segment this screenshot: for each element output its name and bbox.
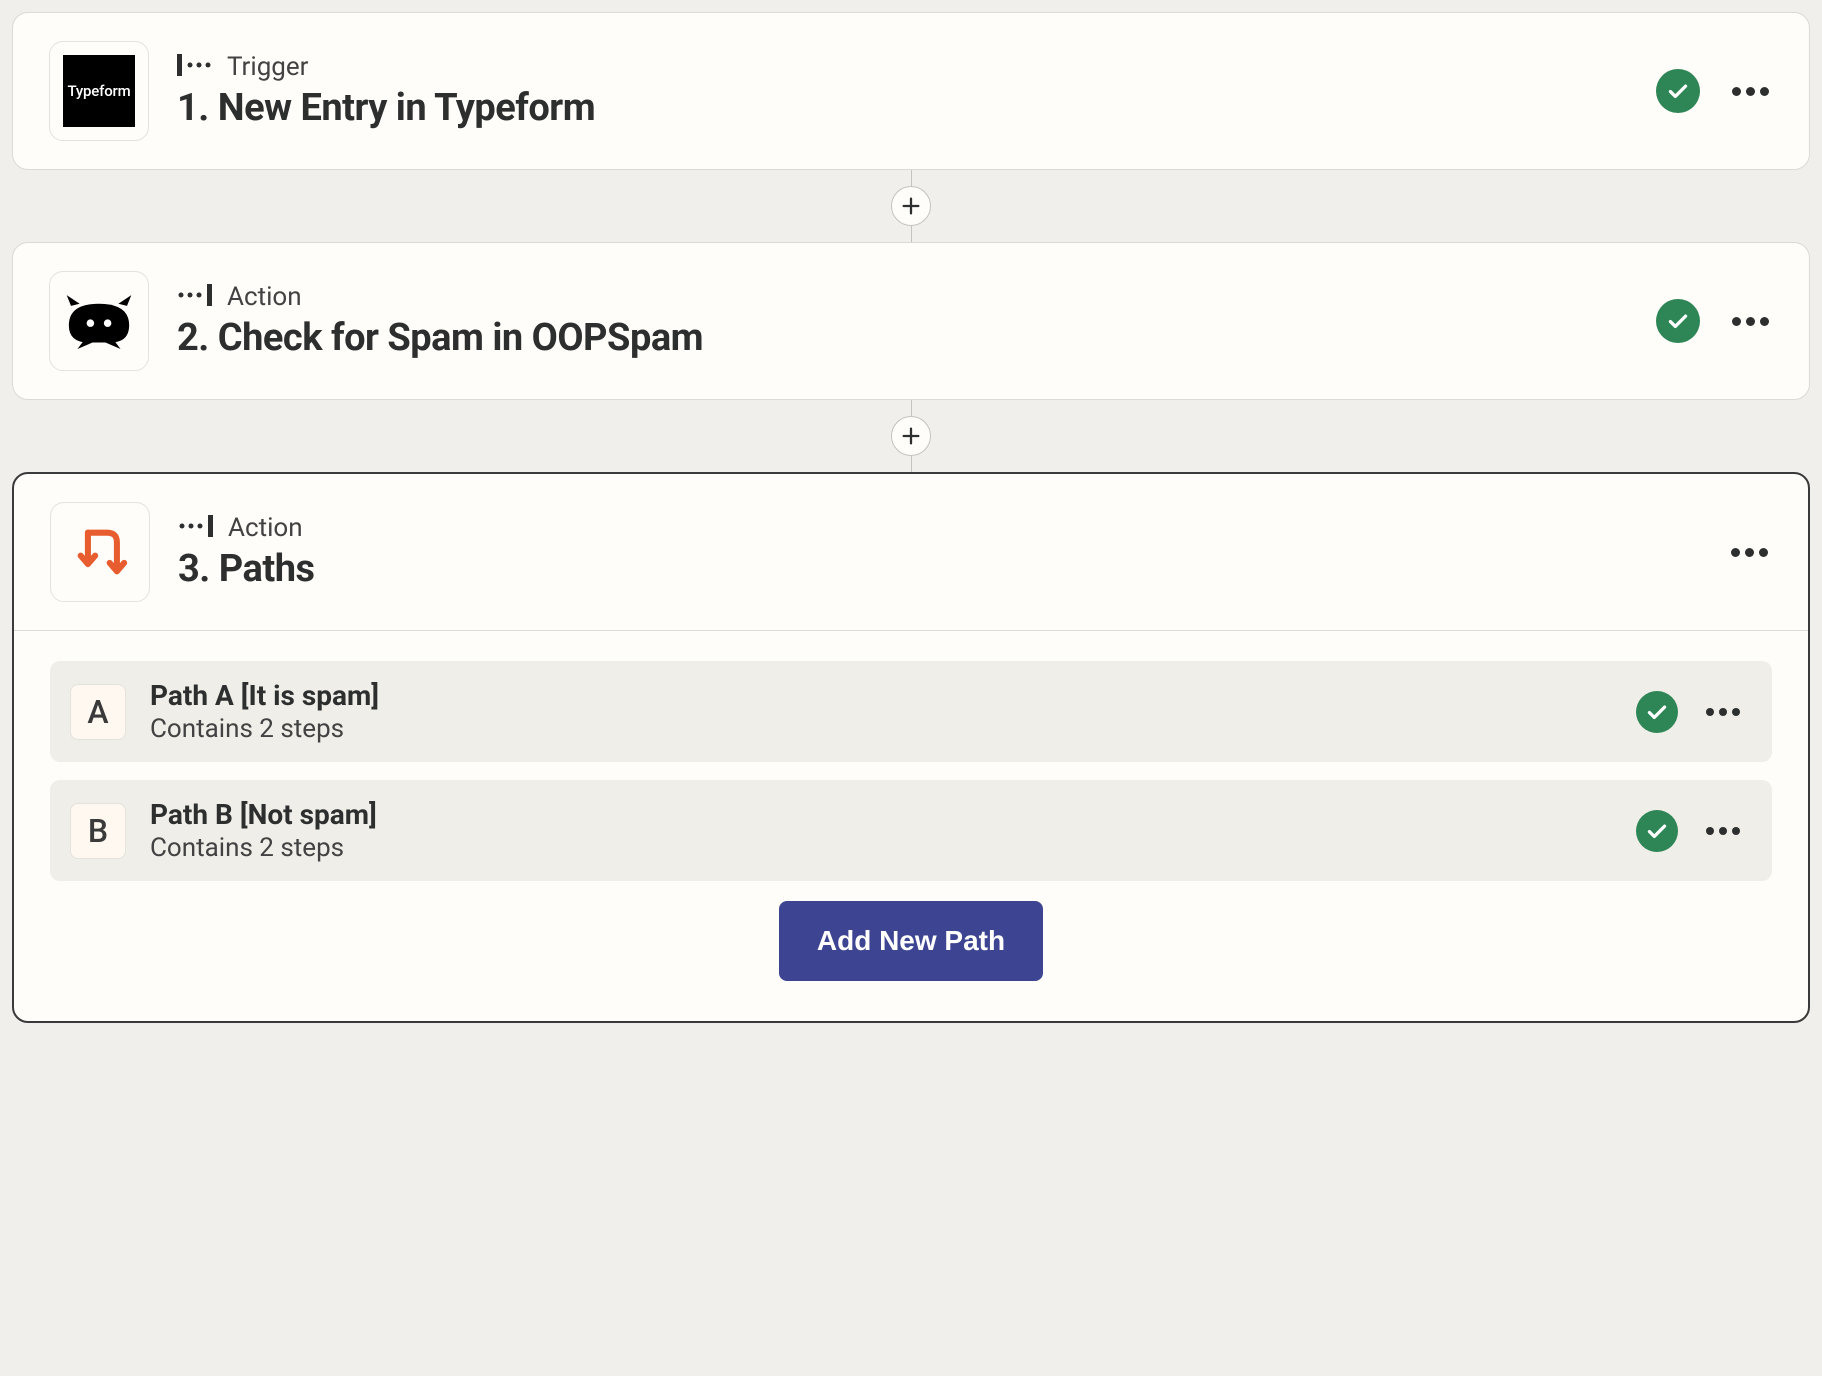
step-title: 3. Paths bbox=[178, 547, 1699, 591]
add-new-path-button[interactable]: Add New Path bbox=[779, 901, 1043, 981]
step-card-paths: Action 3. Paths A Path A [It is spam] Co… bbox=[12, 472, 1810, 1023]
app-icon-paths bbox=[50, 502, 150, 602]
status-success-icon bbox=[1656, 69, 1700, 113]
status-success-icon bbox=[1656, 299, 1700, 343]
step-type-label: Trigger bbox=[227, 52, 309, 82]
add-step-button[interactable] bbox=[891, 416, 931, 456]
connector bbox=[12, 400, 1810, 472]
app-icon-oopspam bbox=[49, 271, 149, 371]
action-icon bbox=[177, 282, 213, 312]
more-menu-button[interactable] bbox=[1702, 819, 1744, 843]
connector bbox=[12, 170, 1810, 242]
path-subtitle: Contains 2 steps bbox=[150, 833, 1612, 863]
path-row-b[interactable]: B Path B [Not spam] Contains 2 steps bbox=[50, 780, 1772, 881]
step-title: 2. Check for Spam in OOPSpam bbox=[177, 316, 1628, 360]
step-title: 1. New Entry in Typeform bbox=[177, 86, 1628, 130]
paths-header[interactable]: Action 3. Paths bbox=[14, 474, 1808, 631]
more-menu-button[interactable] bbox=[1727, 540, 1772, 565]
typeform-logo: Typeform bbox=[63, 55, 135, 127]
status-success-icon bbox=[1636, 810, 1678, 852]
more-menu-button[interactable] bbox=[1728, 309, 1773, 334]
path-letter-badge: A bbox=[70, 684, 126, 740]
app-icon-typeform: Typeform bbox=[49, 41, 149, 141]
status-success-icon bbox=[1636, 691, 1678, 733]
path-subtitle: Contains 2 steps bbox=[150, 714, 1612, 744]
paths-body: A Path A [It is spam] Contains 2 steps B… bbox=[14, 631, 1808, 1021]
path-name: Path A [It is spam] bbox=[150, 679, 1612, 712]
action-icon bbox=[178, 513, 214, 543]
step-content: Trigger 1. New Entry in Typeform bbox=[177, 52, 1628, 130]
step-content: Action 3. Paths bbox=[178, 513, 1699, 591]
step-type-label: Action bbox=[227, 282, 302, 312]
step-card-action-oopspam[interactable]: Action 2. Check for Spam in OOPSpam bbox=[12, 242, 1810, 400]
path-letter-badge: B bbox=[70, 803, 126, 859]
add-step-button[interactable] bbox=[891, 186, 931, 226]
more-menu-button[interactable] bbox=[1702, 700, 1744, 724]
more-menu-button[interactable] bbox=[1728, 79, 1773, 104]
step-type-label: Action bbox=[228, 513, 303, 543]
step-content: Action 2. Check for Spam in OOPSpam bbox=[177, 282, 1628, 360]
step-card-trigger[interactable]: Typeform Trigger 1. New Entry in Typefor… bbox=[12, 12, 1810, 170]
trigger-icon bbox=[177, 52, 213, 82]
path-name: Path B [Not spam] bbox=[150, 798, 1612, 831]
path-row-a[interactable]: A Path A [It is spam] Contains 2 steps bbox=[50, 661, 1772, 762]
